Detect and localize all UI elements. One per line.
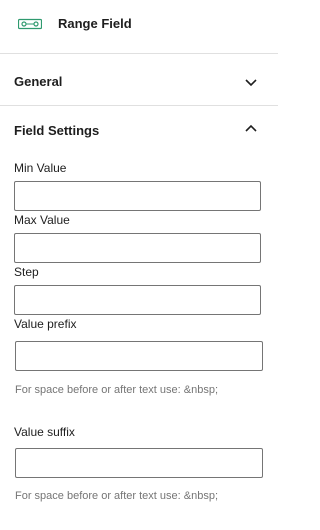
max-value-input[interactable] [14, 233, 261, 263]
value-prefix-help: For space before or after text use: &nbs… [15, 384, 218, 396]
chevron-down-icon [245, 79, 257, 87]
value-suffix-label: Value suffix [14, 425, 75, 439]
step-label: Step [14, 265, 39, 279]
panel-field-settings-label: Field Settings [14, 123, 100, 138]
min-value-input[interactable] [14, 181, 261, 211]
block-title: Range Field [58, 16, 132, 31]
panel-general-label: General [14, 74, 63, 89]
max-value-label: Max Value [14, 213, 70, 227]
block-card-header: Range Field [0, 0, 278, 54]
panel-field-settings-toggle[interactable]: Field Settings [0, 106, 278, 152]
step-input[interactable] [14, 285, 261, 315]
value-suffix-input[interactable] [15, 448, 263, 478]
value-suffix-help: For space before or after text use: &nbs… [15, 490, 218, 502]
panel-general-toggle[interactable]: General [0, 56, 278, 106]
value-prefix-label: Value prefix [14, 317, 77, 331]
chevron-up-icon [245, 124, 257, 132]
value-prefix-input[interactable] [15, 341, 263, 371]
range-slider-icon [18, 18, 42, 30]
min-value-label: Min Value [14, 161, 67, 175]
